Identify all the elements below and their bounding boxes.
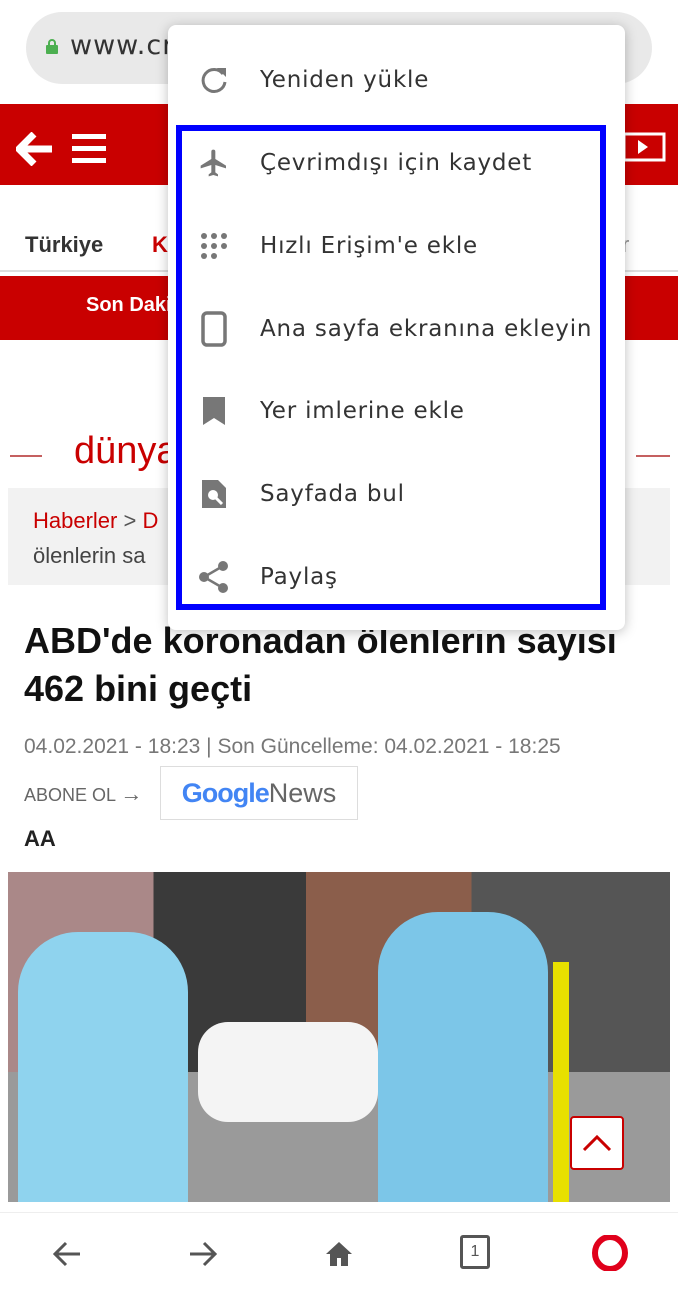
- breaking-news-label[interactable]: Son Daki: [86, 294, 172, 317]
- subscribe-label: ABONE OL →: [24, 781, 142, 807]
- article-title: ABD'de koronadan ölenlerin sayısı 462 bi…: [24, 620, 617, 709]
- nav-item[interactable]: K: [152, 232, 168, 258]
- url-text[interactable]: www.cr: [70, 30, 174, 61]
- nav-turkiye[interactable]: Türkiye: [25, 232, 103, 258]
- divider: [10, 455, 42, 457]
- breadcrumb-sep: >: [123, 508, 137, 533]
- opera-menu-icon[interactable]: [592, 1235, 628, 1271]
- highlight-box: [176, 125, 606, 610]
- google-news-button[interactable]: Google News: [160, 766, 358, 820]
- tv-icon[interactable]: [622, 132, 666, 164]
- menu-item-reload[interactable]: Yeniden yükle: [168, 40, 625, 120]
- breadcrumb-current: ölenlerin sa: [33, 543, 146, 568]
- article-date: 04.02.2021 - 18:23 | Son Güncelleme: 04.…: [24, 735, 561, 758]
- hamburger-menu-icon[interactable]: [72, 134, 106, 164]
- menu-item-label: Yeniden yükle: [260, 67, 430, 93]
- subscribe-text: ABONE OL: [24, 785, 116, 805]
- breadcrumb-link[interactable]: D: [142, 508, 158, 533]
- bottom-nav: 1: [0, 1212, 678, 1292]
- forward-icon[interactable]: [188, 1239, 218, 1269]
- back-icon[interactable]: [52, 1239, 82, 1269]
- tabs-button[interactable]: 1: [460, 1235, 490, 1269]
- home-icon[interactable]: [324, 1239, 354, 1269]
- chevron-up-icon: [582, 1134, 612, 1152]
- article-source: AA: [24, 826, 56, 851]
- scroll-to-top-button[interactable]: [570, 1116, 624, 1170]
- section-title: dünya: [74, 430, 178, 472]
- reload-icon: [194, 60, 234, 100]
- lock-icon: [46, 39, 58, 54]
- back-arrow-icon[interactable]: [16, 132, 54, 166]
- arrow-right-icon: →: [120, 781, 143, 806]
- divider: [636, 455, 670, 457]
- news-text: News: [268, 777, 337, 808]
- breadcrumb-link[interactable]: Haberler: [33, 508, 117, 533]
- google-logo: Google: [181, 777, 270, 808]
